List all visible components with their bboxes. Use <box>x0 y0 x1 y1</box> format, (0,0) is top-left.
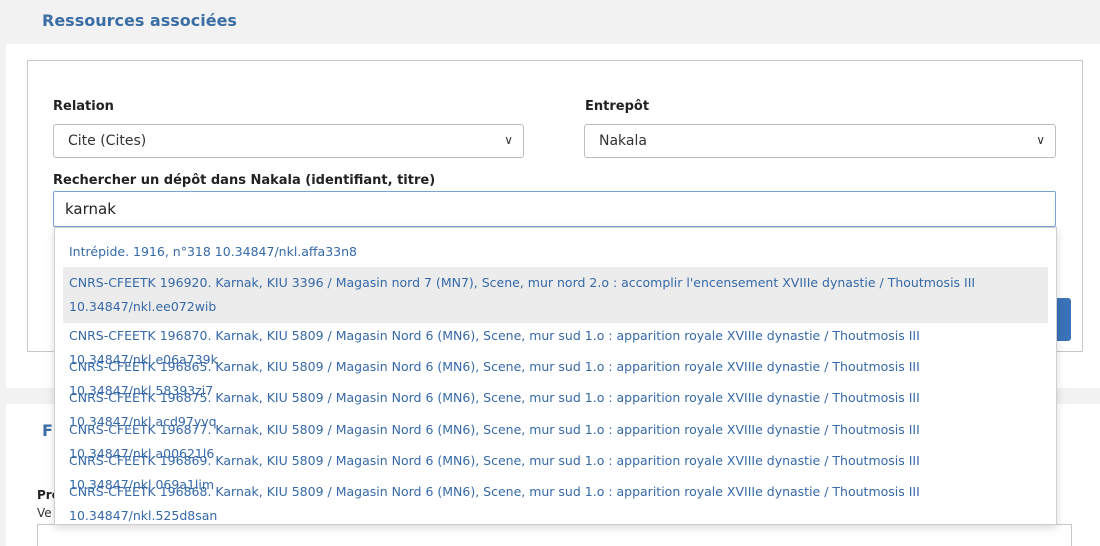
search-input[interactable]: karnak <box>53 191 1056 227</box>
result-item-line1: CNRS-CFEETK 196868. Karnak, KIU 5809 / M… <box>69 484 920 499</box>
search-results-dropdown[interactable]: ... Intrépide. 1916, n°318 10.34847/nkl.… <box>54 227 1057 525</box>
relation-select[interactable]: Cite (Cites) ∨ <box>53 124 524 158</box>
chevron-down-icon: ∨ <box>1036 133 1045 147</box>
next-section-field[interactable] <box>37 524 1072 546</box>
result-item-line2: 10.34847/nkl.525d8san <box>69 508 218 523</box>
chevron-down-icon: ∨ <box>504 133 513 147</box>
section-header: Ressources associées <box>0 0 1100 44</box>
relation-label: Relation <box>53 99 114 114</box>
result-item-line1: CNRS-CFEETK 196920. Karnak, KIU 3396 / M… <box>69 275 976 290</box>
relation-select-value: Cite (Cites) <box>68 133 147 149</box>
repository-select-value: Nakala <box>599 133 647 149</box>
result-item[interactable]: Intrépide. 1916, n°318 10.34847/nkl.affa… <box>63 240 1048 264</box>
next-section-sub: Ve <box>37 506 52 520</box>
repository-select[interactable]: Nakala ∨ <box>584 124 1056 158</box>
repository-label: Entrepôt <box>585 99 650 114</box>
result-item-line2: 10.34847/nkl.ee072wib <box>69 299 217 314</box>
result-item-line1: Intrépide. 1916, n°318 10.34847/nkl.affa… <box>69 244 357 259</box>
search-label: Rechercher un dépôt dans Nakala (identif… <box>53 173 436 188</box>
result-item-highlighted[interactable]: CNRS-CFEETK 196920. Karnak, KIU 3396 / M… <box>63 267 1048 323</box>
result-item[interactable]: CNRS-CFEETK 196868. Karnak, KIU 5809 / M… <box>63 480 1048 524</box>
page: Ressources associées Relation Cite (Cite… <box>0 0 1100 546</box>
section-title: Ressources associées <box>42 11 237 30</box>
dropdown-cut-item: ... <box>69 228 81 234</box>
